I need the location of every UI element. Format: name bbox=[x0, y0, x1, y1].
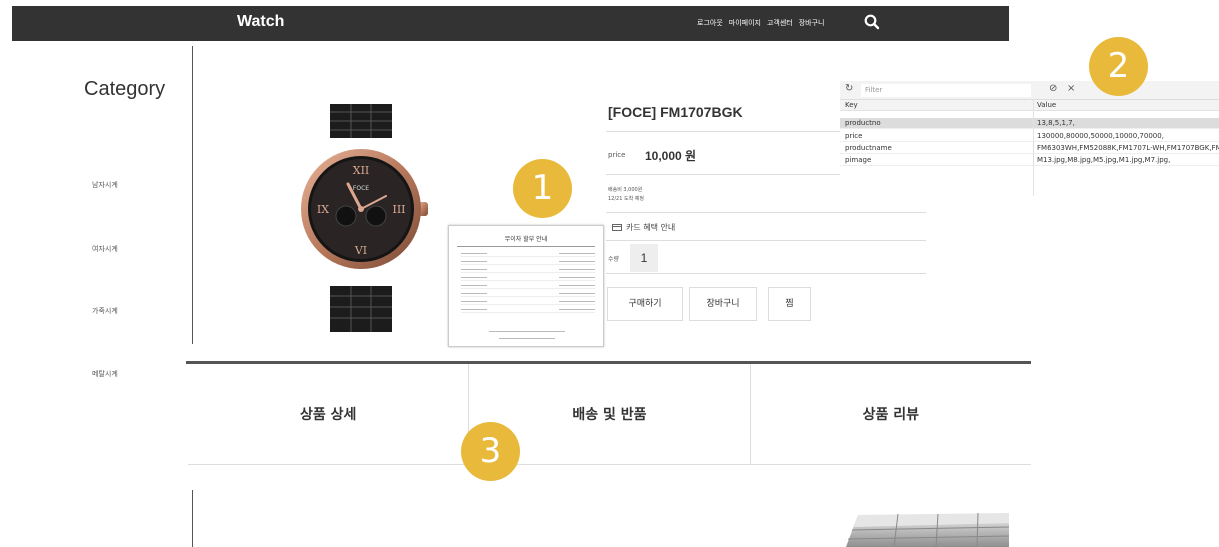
divider bbox=[606, 273, 926, 274]
devtools-table-header: Key Value bbox=[840, 100, 1219, 111]
top-nav-links: 로그아웃 마이페이지 고객센터 장바구니 bbox=[697, 18, 825, 28]
popup-row bbox=[461, 274, 595, 281]
quantity-label: 수량 bbox=[608, 256, 620, 263]
installment-popup: 무이자 할부 안내 bbox=[448, 225, 604, 347]
shipping-fee: 배송비 3,000원 bbox=[608, 187, 643, 193]
column-header-key[interactable]: Key bbox=[845, 101, 858, 109]
delivery-date: 12/21 도착 예정 bbox=[608, 196, 644, 202]
product-image: XII III VI IX FOCE bbox=[301, 104, 428, 332]
nav-mypage-link[interactable]: 마이페이지 bbox=[729, 18, 761, 28]
page-root: { "header": { "brand": "Watch", "nav": [… bbox=[0, 0, 1219, 547]
sidebar-item-metal[interactable]: 메탈시계 bbox=[92, 369, 118, 379]
delete-icon[interactable]: × bbox=[1067, 83, 1075, 94]
search-icon[interactable] bbox=[863, 13, 881, 31]
table-row[interactable]: productno 13,8,5,1,7, bbox=[840, 118, 1219, 129]
nav-customer-center-link[interactable]: 고객센터 bbox=[767, 18, 793, 28]
svg-text:VI: VI bbox=[354, 244, 367, 257]
popup-row bbox=[461, 306, 595, 313]
popup-note bbox=[499, 338, 555, 339]
add-to-cart-button[interactable]: 장바구니 bbox=[689, 287, 757, 321]
svg-text:III: III bbox=[392, 203, 405, 216]
wishlist-button[interactable]: 찜 bbox=[768, 287, 811, 321]
card-icon bbox=[612, 224, 622, 231]
sidebar-item-women[interactable]: 여자시계 bbox=[92, 244, 118, 254]
product-tabs: 상품 상세 배송 및 반품 상품 리뷰 bbox=[188, 364, 1031, 465]
sidebar-item-men[interactable]: 남자시계 bbox=[92, 180, 118, 190]
clear-icon[interactable]: ⊘ bbox=[1049, 83, 1057, 94]
popup-row bbox=[461, 258, 595, 265]
annotation-marker-1: 1 bbox=[513, 159, 572, 218]
popup-row bbox=[461, 282, 595, 289]
popup-row bbox=[461, 266, 595, 273]
sidebar-divider bbox=[192, 46, 193, 344]
popup-row bbox=[461, 290, 595, 297]
refresh-icon[interactable]: ↻ bbox=[845, 83, 853, 94]
annotation-marker-3: 3 bbox=[461, 422, 520, 481]
row-key: price bbox=[845, 132, 863, 140]
svg-text:IX: IX bbox=[317, 203, 329, 216]
annotation-marker-2: 2 bbox=[1089, 37, 1148, 96]
tab-product-detail[interactable]: 상품 상세 bbox=[188, 364, 470, 464]
devtools-toolbar: ↻ Filter ⊘ × bbox=[840, 81, 1219, 100]
popup-row bbox=[461, 250, 595, 257]
column-header-value[interactable]: Value bbox=[1037, 101, 1056, 109]
svg-text:XII: XII bbox=[353, 164, 370, 177]
svg-text:FOCE: FOCE bbox=[353, 185, 369, 192]
product-name: [FOCE] FM1707BGK bbox=[608, 104, 743, 120]
row-value: FM6303WH,FM52088K,FM1707L-WH,FM1707BGK,F… bbox=[1037, 144, 1219, 152]
popup-row bbox=[461, 298, 595, 305]
popup-divider bbox=[457, 246, 595, 247]
nav-cart-link[interactable]: 장바구니 bbox=[799, 18, 825, 28]
row-value: M13.jpg,M8.jpg,M5.jpg,M1.jpg,M7.jpg, bbox=[1037, 156, 1171, 164]
column-divider bbox=[1033, 100, 1034, 196]
quantity-input[interactable]: 1 bbox=[630, 244, 658, 272]
table-row[interactable]: productname FM6303WH,FM52088K,FM1707L-WH… bbox=[840, 143, 1219, 154]
row-key: pimage bbox=[845, 156, 872, 164]
row-value: 130000,80000,50000,10000,70000, bbox=[1037, 132, 1164, 140]
row-key: productname bbox=[845, 144, 892, 152]
price-label: price bbox=[608, 151, 626, 159]
bracelet-image bbox=[846, 512, 1009, 547]
filter-input[interactable]: Filter bbox=[861, 84, 1031, 97]
category-title: Category bbox=[84, 78, 166, 100]
content-divider bbox=[192, 490, 193, 547]
divider bbox=[606, 240, 926, 241]
brand-logo[interactable]: Watch bbox=[237, 13, 284, 31]
popup-note bbox=[489, 331, 565, 332]
sidebar-item-leather[interactable]: 가죽시계 bbox=[92, 306, 118, 316]
popup-title: 무이자 할부 안내 bbox=[504, 236, 548, 243]
card-benefit-link[interactable]: 카드 혜택 안내 bbox=[626, 222, 675, 233]
table-row[interactable]: price 130000,80000,50000,10000,70000, bbox=[840, 131, 1219, 142]
devtools-storage-panel: ↻ Filter ⊘ × Key Value productno 13,8,5,… bbox=[840, 81, 1219, 196]
row-value: 13,8,5,1,7, bbox=[1037, 119, 1075, 127]
buy-button[interactable]: 구매하기 bbox=[607, 287, 683, 321]
table-row[interactable]: pimage M13.jpg,M8.jpg,M5.jpg,M1.jpg,M7.j… bbox=[840, 155, 1219, 166]
nav-logout-link[interactable]: 로그아웃 bbox=[697, 18, 723, 28]
tab-product-review[interactable]: 상품 리뷰 bbox=[751, 364, 1031, 464]
price-value: 10,000 원 bbox=[645, 149, 697, 163]
divider bbox=[606, 212, 926, 213]
top-navbar: Watch 로그아웃 마이페이지 고객센터 장바구니 bbox=[12, 6, 1009, 41]
row-key: productno bbox=[845, 119, 881, 127]
